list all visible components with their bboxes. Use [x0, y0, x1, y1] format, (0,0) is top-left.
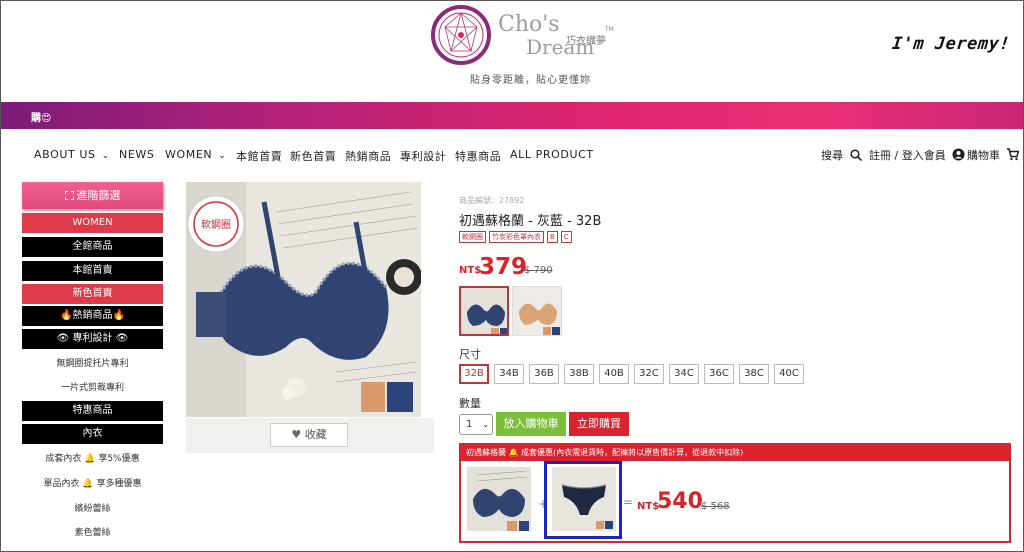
bra-photo: 軟鋼圈: [186, 182, 421, 417]
size-option-40b[interactable]: 40B: [599, 364, 629, 384]
combo-equals: =: [623, 495, 634, 509]
image-badge: 軟鋼圈: [201, 218, 231, 231]
combo-price: 540: [657, 489, 703, 514]
nav-news[interactable]: NEWS: [119, 148, 154, 161]
quantity-label: 數量: [459, 397, 481, 410]
tagline: 貼身零距離，貼心更懂妳: [470, 75, 591, 86]
chevron-down-icon: ⌄: [218, 151, 227, 161]
sidebar-item-single-bras[interactable]: 單品內衣 🔔 享多種優惠: [22, 476, 163, 489]
combo-offer-header: 初遇蘇格蘭 🔔 成套優惠(內衣需退貨時，配褲將以原售價計算，從退款中扣除): [461, 445, 1009, 461]
login-register-button[interactable]: 註冊 / 登入會員: [869, 147, 965, 163]
dreamcatcher-logo-icon: [431, 5, 491, 65]
cart-icon: [1006, 148, 1019, 161]
size-option-34c[interactable]: 34C: [669, 364, 699, 384]
size-option-32c[interactable]: 32C: [634, 364, 664, 384]
nav-exclusive[interactable]: 本館首賣: [236, 148, 282, 164]
buy-now-button[interactable]: 立即購買: [569, 412, 629, 436]
sidebar-item-one-piece-patent[interactable]: 一片式剪裁專利: [22, 380, 163, 393]
thumbnail-nude[interactable]: [512, 286, 562, 336]
promo-text[interactable]: 購😍: [31, 109, 51, 124]
price-currency: NT$: [459, 265, 482, 276]
size-option-38c[interactable]: 38C: [739, 364, 769, 384]
combo-currency: NT$: [637, 501, 660, 512]
tag-cup-c: C: [560, 231, 572, 243]
nav-special-offers[interactable]: 特惠商品: [455, 148, 501, 164]
size-option-40c[interactable]: 40C: [774, 364, 804, 384]
brand-logo[interactable]: Cho's Dream 巧衣織夢 TM: [430, 4, 630, 68]
scan-icon: [64, 191, 74, 200]
nav-patent[interactable]: 專利設計: [400, 148, 446, 164]
nav-women[interactable]: WOMEN ⌄: [165, 148, 226, 161]
trademark: TM: [605, 26, 614, 33]
heart-icon: ♥: [291, 428, 302, 441]
promo-bar: 購😍: [1, 102, 1023, 129]
combo-offer-box: 初遇蘇格蘭 🔔 成套優惠(內衣需退貨時，配褲將以原售價計算，從退款中扣除) + …: [459, 443, 1011, 543]
brand-name-cn: 巧衣織夢: [566, 36, 606, 47]
sidebar-item-new-colors[interactable]: 新色首賣: [22, 284, 163, 304]
favorite-button[interactable]: ♥ 收藏: [270, 423, 348, 447]
chevron-down-icon: ⌄: [101, 151, 110, 161]
watermark-text: I'm Jeremy!: [890, 34, 1012, 54]
sidebar-item-patent[interactable]: 👁 專利設計 👁: [22, 329, 163, 349]
product-sku: 商品編號：27892: [459, 196, 525, 205]
size-label: 尺寸: [459, 348, 481, 361]
sidebar-item-colorful-lace[interactable]: 繽紛蕾絲: [22, 501, 163, 514]
original-price: $ 790: [524, 265, 553, 276]
combo-bra-image[interactable]: [467, 467, 531, 531]
product-tags: 軟鋼圈 竹炭彩色罩內衣 B C: [459, 231, 572, 243]
sidebar-item-plain-lace[interactable]: 素色蕾絲: [22, 525, 163, 538]
tag-bamboo-charcoal: 竹炭彩色罩內衣: [489, 231, 544, 243]
account-icon: [952, 148, 965, 161]
tag-cup-b: B: [547, 231, 558, 243]
sidebar-item-all-products[interactable]: 全館商品: [22, 237, 163, 257]
product-price: 379: [479, 254, 528, 280]
main-nav: ABOUT US ⌄ NEWS WOMEN ⌄ 本館首賣 新色首賣 熱銷商品 專利設…: [0, 140, 1024, 170]
nav-new-colors[interactable]: 新色首賣: [290, 148, 336, 164]
chevron-down-icon: ⌄: [482, 420, 489, 429]
product-title: 初遇蘇格蘭 - 灰藍 - 32B: [459, 214, 602, 229]
sidebar-item-bras[interactable]: 內衣: [22, 424, 163, 444]
nav-best-sellers[interactable]: 熱銷商品: [345, 148, 391, 164]
sidebar-item-women[interactable]: WOMEN: [22, 213, 163, 233]
product-main-image[interactable]: 軟鋼圈: [186, 182, 421, 417]
cart-button[interactable]: 購物車: [967, 147, 1019, 163]
nav-all-product[interactable]: ALL PRODUCT: [510, 148, 594, 161]
add-to-cart-button[interactable]: 放入購物車: [496, 412, 566, 436]
sidebar-item-best-sellers[interactable]: 🔥熱銷商品🔥: [22, 306, 163, 326]
thumbnail-navy[interactable]: [459, 286, 509, 336]
size-option-32b[interactable]: 32B: [459, 364, 489, 384]
combo-original-price: $ 568: [701, 501, 730, 512]
advanced-filter-button[interactable]: 進階篩選: [22, 182, 163, 209]
search-icon: [849, 149, 862, 162]
size-option-36c[interactable]: 36C: [704, 364, 734, 384]
size-option-38b[interactable]: 38B: [564, 364, 594, 384]
search-button[interactable]: 搜尋: [821, 147, 862, 163]
quantity-select[interactable]: 1 ⌄: [459, 414, 493, 435]
sidebar-item-special-offers[interactable]: 特惠商品: [22, 401, 163, 421]
nav-about-us[interactable]: ABOUT US ⌄: [34, 148, 110, 161]
size-option-34b[interactable]: 34B: [494, 364, 524, 384]
size-option-36b[interactable]: 36B: [529, 364, 559, 384]
sidebar-item-exclusive[interactable]: 本館首賣: [22, 261, 163, 281]
sidebar-item-wireless-patent[interactable]: 無鋼圈提托片專利: [22, 356, 163, 369]
tag-soft-wire: 軟鋼圈: [459, 231, 486, 243]
sidebar-item-bra-sets[interactable]: 成套內衣 🔔 享5%優惠: [22, 451, 163, 464]
highlight-annotation-box: [544, 461, 622, 539]
